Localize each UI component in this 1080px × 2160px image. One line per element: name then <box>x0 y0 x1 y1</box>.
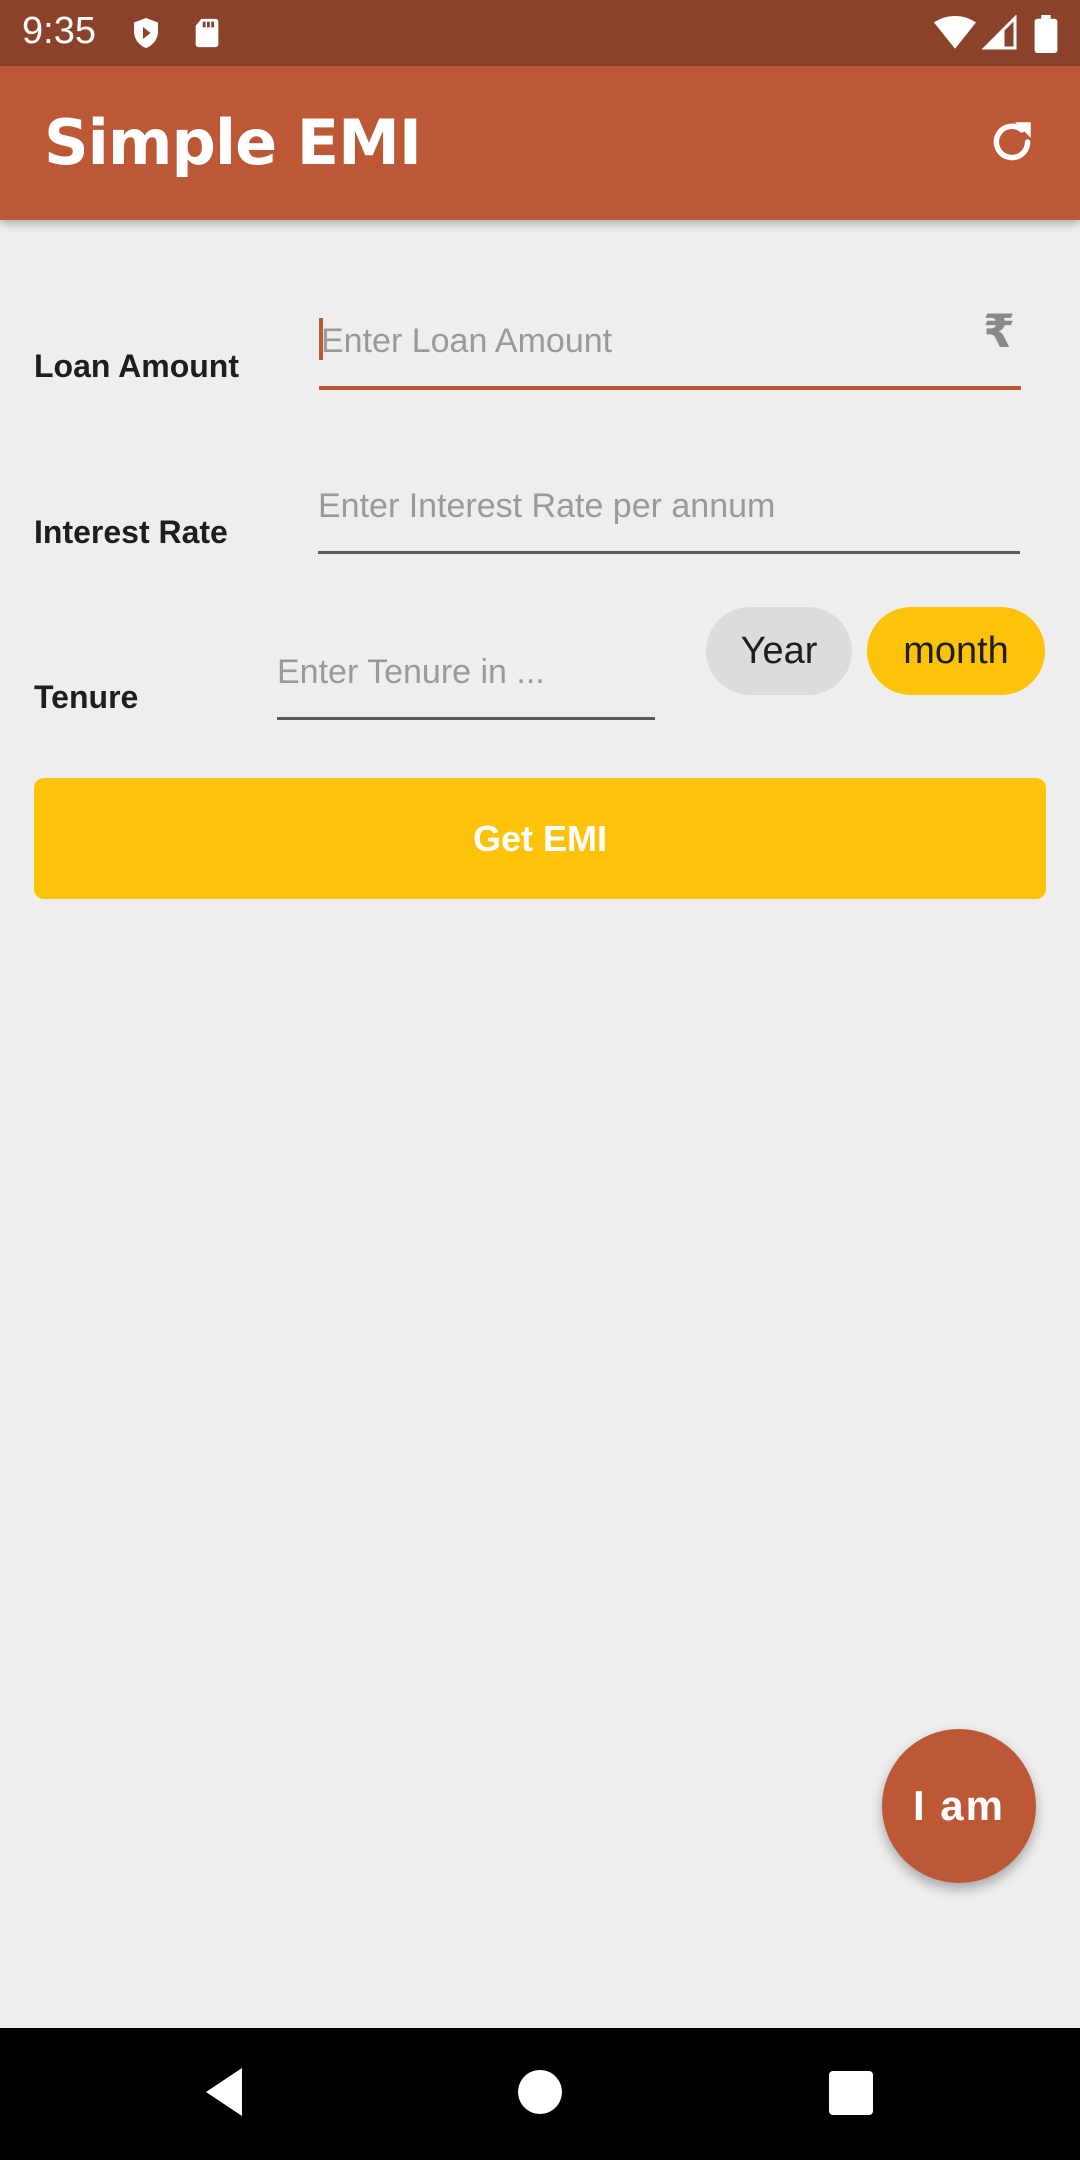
home-icon[interactable] <box>518 2070 562 2119</box>
wifi-icon <box>934 15 976 56</box>
interest-rate-input[interactable] <box>318 462 1020 551</box>
text-cursor <box>319 318 323 360</box>
tenure-month-chip[interactable]: month <box>867 607 1045 695</box>
refresh-button[interactable] <box>982 114 1042 174</box>
recents-icon[interactable] <box>829 2071 873 2120</box>
rupee-icon: ₹ <box>982 305 1015 357</box>
signal-icon <box>981 14 1018 56</box>
status-bar: 9:35 <box>0 0 1080 66</box>
loan-amount-field[interactable]: ₹ <box>319 296 1021 390</box>
app-bar: Simple EMI <box>0 66 1080 220</box>
app-title: Simple EMI <box>44 106 422 179</box>
tenure-label: Tenure <box>34 679 139 715</box>
back-icon[interactable] <box>202 2066 246 2123</box>
tenure-input[interactable] <box>277 628 655 717</box>
navigation-bar <box>0 2028 1080 2160</box>
battery-icon <box>1034 15 1058 58</box>
i-am-fab-button[interactable]: I am <box>882 1729 1036 1883</box>
status-time: 9:35 <box>22 10 96 52</box>
shield-icon <box>128 15 164 56</box>
tenure-field[interactable] <box>277 628 655 720</box>
interest-rate-label: Interest Rate <box>34 514 228 550</box>
sd-card-icon <box>190 15 224 56</box>
loan-amount-label: Loan Amount <box>34 348 239 384</box>
refresh-icon <box>987 117 1037 172</box>
loan-amount-input[interactable] <box>319 296 1021 386</box>
tenure-year-chip[interactable]: Year <box>706 607 852 695</box>
get-emi-button[interactable]: Get EMI <box>34 778 1046 899</box>
interest-rate-field[interactable] <box>318 462 1020 554</box>
